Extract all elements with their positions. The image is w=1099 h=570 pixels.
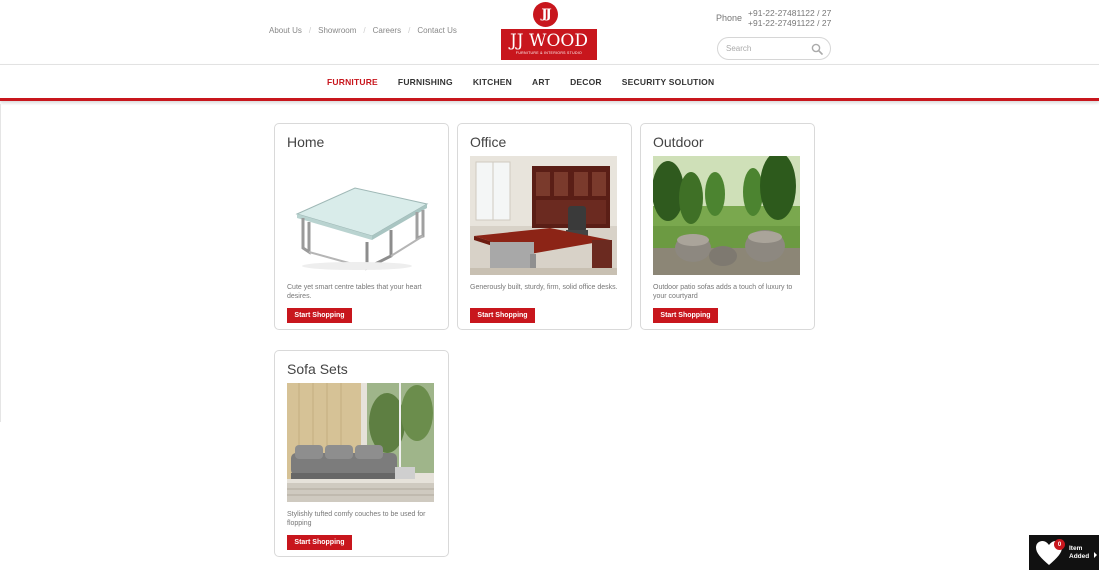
sofa-sets-category-image[interactable] (287, 383, 434, 502)
card-title: Sofa Sets (287, 361, 348, 377)
logo-initials: JJ (533, 2, 558, 27)
left-divider (0, 104, 1, 422)
logo-tagline: FURNITURE & INTERIORS STUDIO (515, 51, 583, 55)
nav-item-decor[interactable]: DECOR (570, 77, 602, 87)
cart-count-badge: 0 (1054, 539, 1065, 550)
phone-label: Phone (716, 13, 743, 23)
cart-label-added: Added (1069, 553, 1090, 560)
link-separator: / (308, 26, 312, 35)
caret-right-icon (1094, 552, 1097, 558)
site-logo[interactable]: JJ JJ WOOD FURNITURE & INTERIORS STUDIO (501, 2, 597, 60)
logo-box: JJ WOOD FURNITURE & INTERIORS STUDIO (501, 29, 597, 60)
start-shopping-button[interactable]: Start Shopping (653, 308, 718, 323)
category-card-sofa-sets: Sofa Sets Stylishly tufted comfy couches… (274, 350, 449, 557)
cart-widget[interactable]: 0 Item Added (1029, 535, 1099, 570)
start-shopping-button[interactable]: Start Shopping (287, 308, 352, 323)
nav-item-furnishing[interactable]: FURNISHING (398, 77, 453, 87)
search-icon[interactable] (811, 43, 823, 55)
category-card-home: Home Cute yet smart centre tables that y… (274, 123, 449, 330)
link-separator: / (363, 26, 366, 35)
nav-item-furniture[interactable]: FURNITURE (327, 77, 378, 87)
office-category-image[interactable] (470, 156, 617, 275)
main-nav: FURNITURE FURNISHING KITCHEN ART DECOR S… (0, 64, 1099, 101)
card-description: Outdoor patio sofas adds a touch of luxu… (653, 284, 793, 300)
card-title: Office (470, 134, 507, 150)
outdoor-category-image[interactable] (653, 156, 800, 275)
phone-number: +91-22-27481122 / 27 (748, 8, 832, 18)
showroom-link[interactable]: Showroom (318, 26, 356, 35)
link-separator: / (408, 26, 411, 35)
card-description: Cute yet smart centre tables that your h… (287, 284, 422, 300)
nav-item-security-solution[interactable]: SECURITY SOLUTION (622, 77, 715, 87)
careers-link[interactable]: Careers (373, 26, 401, 35)
phone-info: Phone +91-22-27481122 / 27 +91-22-274911… (716, 8, 831, 28)
about-us-link[interactable]: About Us (269, 26, 302, 35)
home-category-image[interactable] (287, 156, 434, 275)
contact-us-link[interactable]: Contact Us (417, 26, 457, 35)
card-description: Generously built, sturdy, firm, solid of… (470, 284, 618, 291)
search-box (717, 37, 831, 60)
phone-number: +91-22-27491122 / 27 (748, 18, 832, 28)
site-header: About Us / Showroom / Careers / Contact … (0, 0, 1099, 64)
search-input[interactable] (726, 44, 806, 53)
nav-item-kitchen[interactable]: KITCHEN (473, 77, 512, 87)
nav-item-art[interactable]: ART (532, 77, 550, 87)
logo-name: JJ WOOD (509, 31, 588, 51)
start-shopping-button[interactable]: Start Shopping (287, 535, 352, 550)
card-title: Home (287, 134, 325, 150)
category-card-outdoor: Outdoor Outdoor patio sofas adds a touch… (640, 123, 815, 330)
cart-label-item: Item (1069, 545, 1083, 552)
card-description: Stylishly tufted comfy couches to be use… (287, 511, 426, 527)
start-shopping-button[interactable]: Start Shopping (470, 308, 535, 323)
category-card-office: Office Generously built, sturdy, firm, s… (457, 123, 632, 330)
card-title: Outdoor (653, 134, 704, 150)
top-links: About Us / Showroom / Careers / Contact … (269, 26, 457, 35)
